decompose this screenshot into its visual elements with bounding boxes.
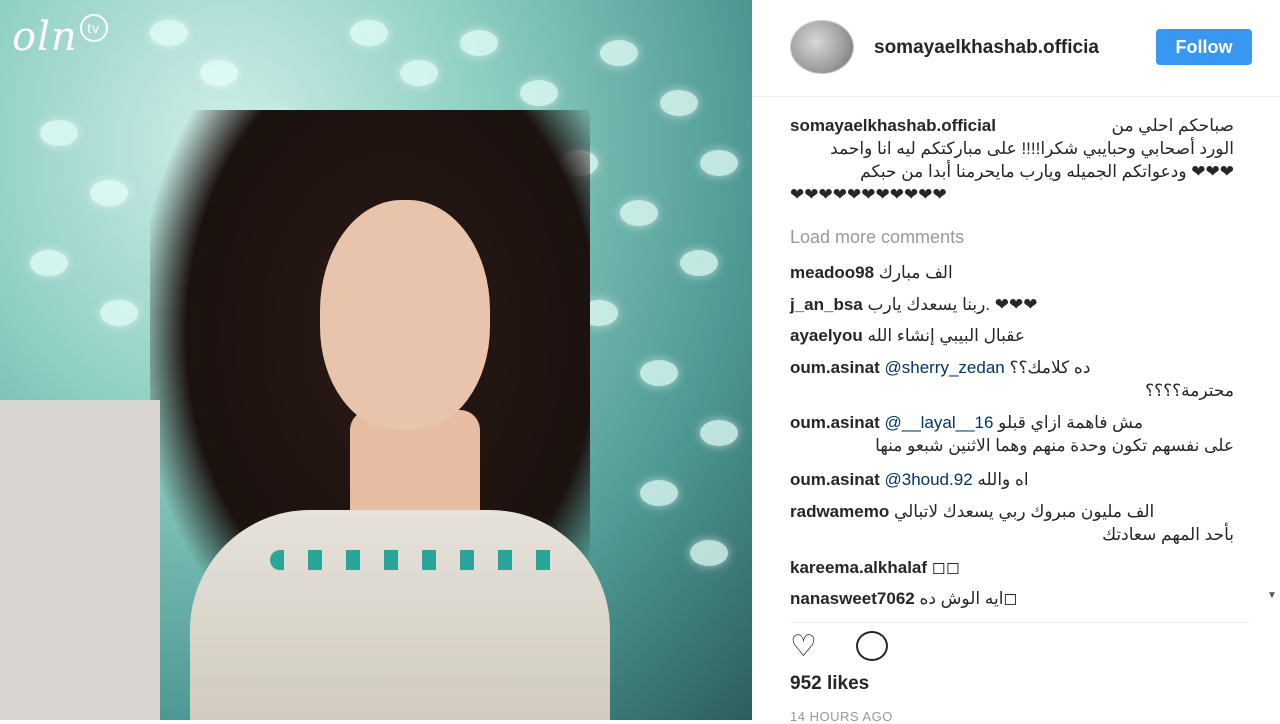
comment-item: oum.asinat @3houd.92 اه والله (790, 470, 1029, 489)
likes-count[interactable]: 952 likes (790, 673, 869, 695)
comment-item: ayaelyou عقبال البيبي إنشاء الله (790, 326, 1025, 345)
comment-item: meadoo98 الف مبارك (790, 263, 953, 282)
comment-item: j_an_bsa ❤❤❤ .ربنا يسعدك يارب (790, 295, 1038, 314)
comment-item: oum.asinat @sherry_zedan ده كلامك؟؟ محتر… (790, 358, 1234, 400)
avatar[interactable] (790, 20, 854, 74)
caption: صباحكم احلي من somayaelkhashab.official … (790, 114, 1234, 206)
post-actions: ♡ 952 likes 14 HOURS AGO (790, 622, 1250, 724)
comment-item: kareema.alkhalaf ◻◻ (790, 558, 961, 577)
follow-button[interactable]: Follow (1156, 29, 1252, 65)
load-more-comments[interactable]: Load more comments (790, 226, 964, 249)
heart-icon[interactable]: ♡ (790, 629, 817, 664)
caption-text-4: ❤❤❤❤❤❤❤❤❤❤❤ (790, 185, 947, 204)
post-header: somayaelkhashab.officia Follow (752, 0, 1280, 97)
channel-logo: oln tv (12, 14, 108, 60)
mention-link[interactable]: @3houd.92 (884, 470, 972, 489)
caption-text-2: الورد أصحابي وحبايبي شكرا!!!! على مباركت… (830, 139, 1234, 158)
comment-icon[interactable] (856, 631, 888, 661)
caption-username[interactable]: somayaelkhashab.official (790, 114, 996, 137)
scroll-down-arrow[interactable]: ▼ (1267, 590, 1277, 601)
post-time[interactable]: 14 HOURS AGO (790, 709, 893, 724)
comment-item: nanasweet7062 ◻ايه الوش ده (790, 589, 1018, 608)
groom-shoulder (0, 400, 160, 720)
comment-item: radwamemo الف مليون مبروك ربي يسعدك لاتب… (790, 502, 1234, 544)
comment-item: oum.asinat @__layal__16 مش فاهمة ازاي قب… (790, 413, 1234, 455)
woman-figure (150, 110, 610, 720)
header-username[interactable]: somayaelkhashab.officia (874, 37, 1099, 59)
caption-text-1: صباحكم احلي من (1111, 116, 1234, 135)
post-photo[interactable]: oln tv (0, 0, 752, 720)
post-sidebar: somayaelkhashab.officia Follow صباحكم اح… (752, 0, 1280, 724)
mention-link[interactable]: @sherry_zedan (884, 358, 1004, 377)
mention-link[interactable]: @__layal__16 (884, 413, 993, 432)
caption-text-3: ❤❤❤ ودعواتكم الجميله ويارب مايحرمنا أبدا… (860, 162, 1234, 181)
